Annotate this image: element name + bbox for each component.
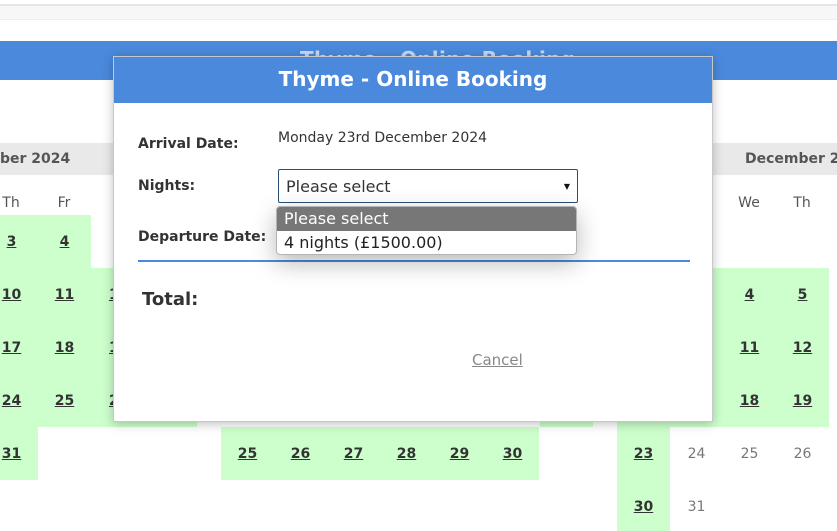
total-label: Total: (142, 289, 199, 310)
chevron-down-icon: ▼ (563, 182, 570, 191)
arrival-date-label: Arrival Date: (138, 136, 239, 152)
dropdown-option-4-nights[interactable]: 4 nights (£1500.00) (277, 231, 576, 254)
nights-select-value: Please select (286, 177, 391, 196)
departure-date-label: Departure Date: (138, 229, 267, 245)
dropdown-option-please-select[interactable]: Please select (277, 207, 576, 231)
booking-page: Thyme - Online Booking ber 2024 December… (0, 0, 837, 531)
nights-label: Nights: (138, 178, 196, 194)
cancel-link[interactable]: Cancel (472, 351, 523, 369)
arrival-date-value: Monday 23rd December 2024 (278, 130, 488, 146)
nights-dropdown-list: Please select 4 nights (£1500.00) (276, 206, 577, 255)
nights-select[interactable]: Please select ▼ (278, 169, 578, 203)
divider (138, 260, 690, 262)
modal-title: Thyme - Online Booking (114, 57, 712, 103)
